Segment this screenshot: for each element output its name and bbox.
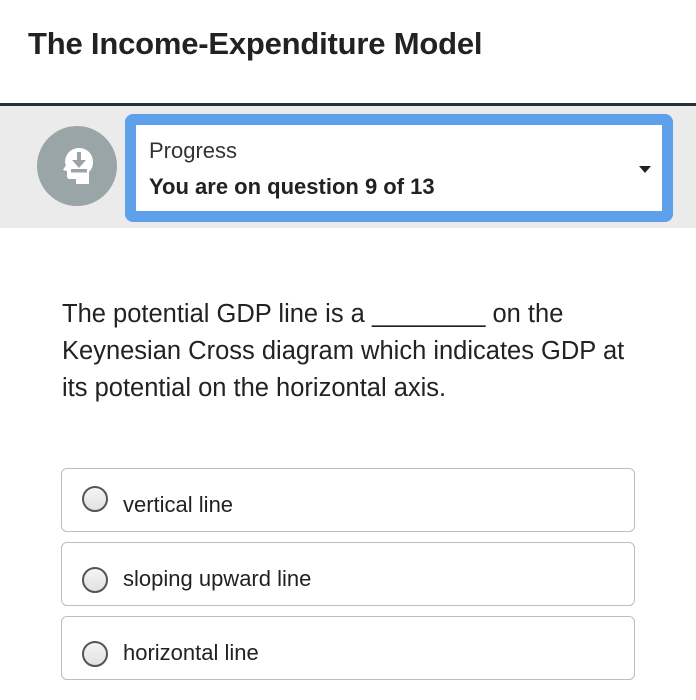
option-vertical-line[interactable]: vertical line (61, 468, 635, 532)
caret-down-icon (639, 166, 651, 173)
option-sloping-upward-line[interactable]: sloping upward line (61, 542, 635, 606)
progress-status: You are on question 9 of 13 (149, 174, 435, 199)
radio-button[interactable] (82, 567, 108, 593)
option-label: vertical line (123, 492, 234, 517)
avatar (37, 126, 117, 206)
radio-button[interactable] (82, 486, 108, 512)
head-download-icon (63, 148, 93, 184)
option-label: horizontal line (123, 640, 259, 665)
progress-dropdown[interactable]: Progress You are on question 9 of 13 (125, 114, 673, 222)
question-text: The potential GDP line is a ________ on … (62, 300, 625, 402)
option-label: sloping upward line (123, 566, 312, 591)
page-title: The Income-Expenditure Model (28, 26, 483, 61)
page-header: The Income-Expenditure Model (0, 0, 696, 103)
radio-button[interactable] (82, 641, 108, 667)
progress-label: Progress (149, 138, 238, 163)
option-horizontal-line[interactable]: horizontal line (61, 616, 635, 680)
